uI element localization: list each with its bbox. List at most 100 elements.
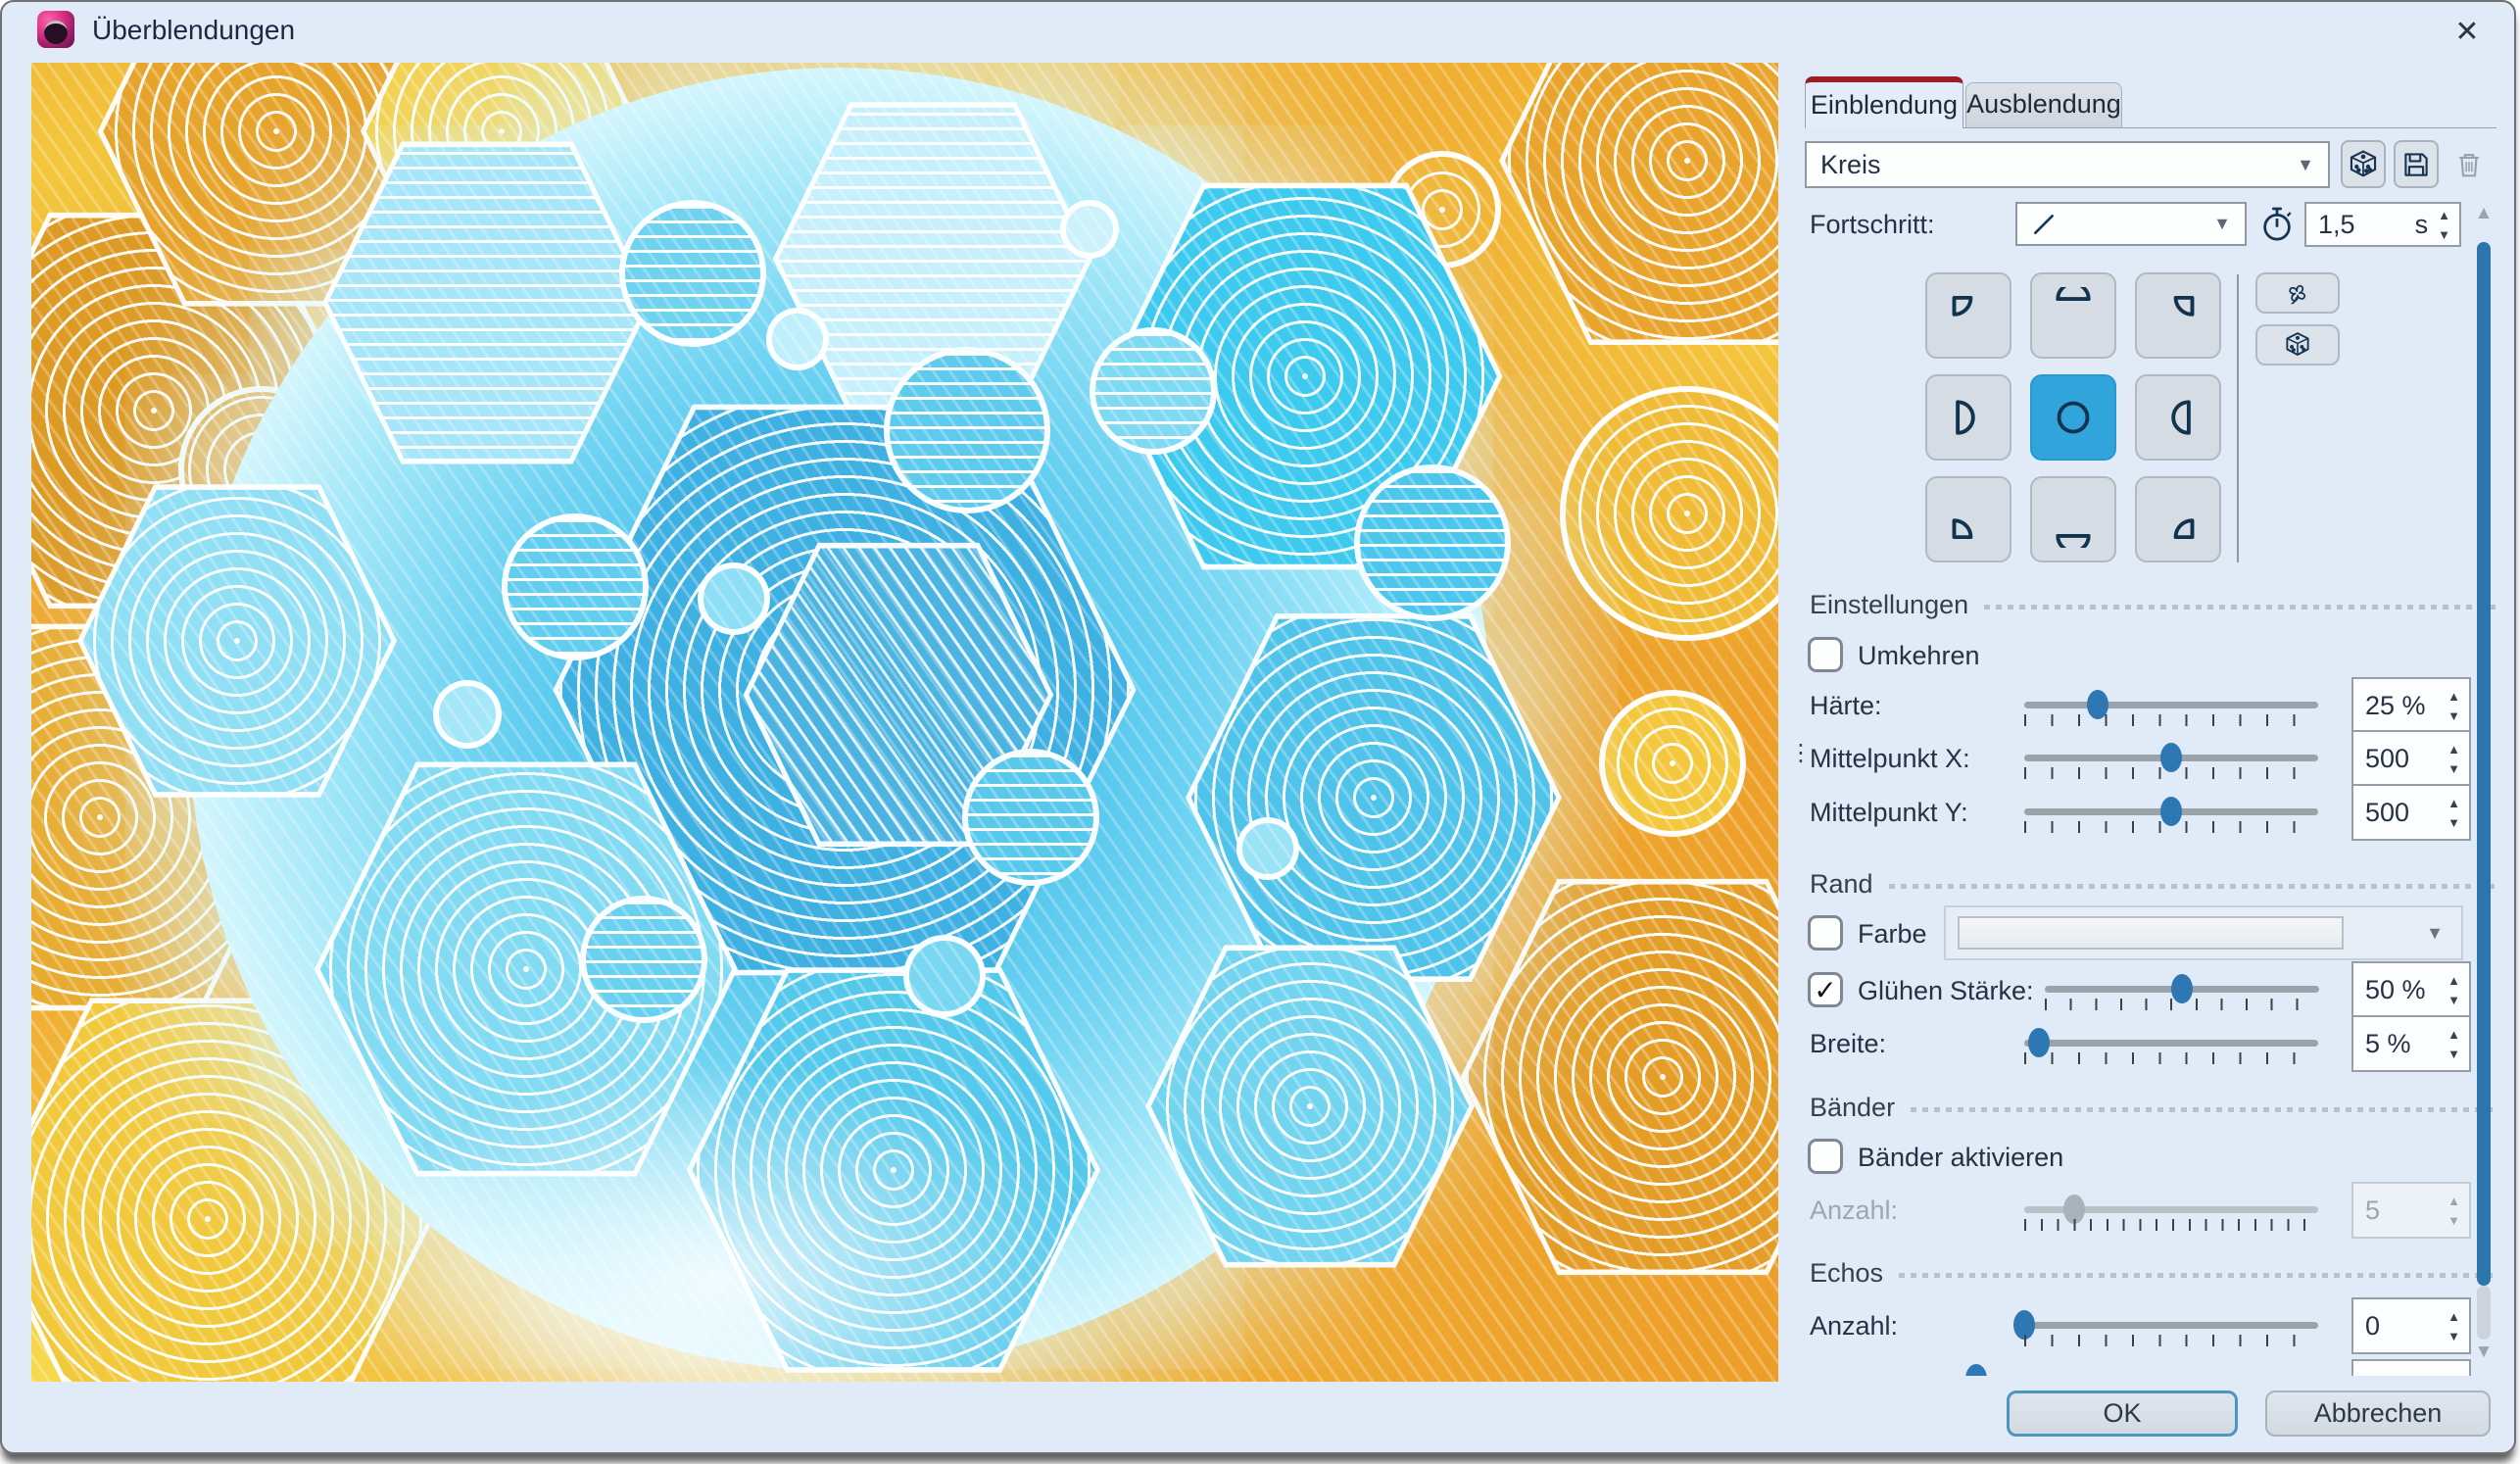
echos-anzahl-slider[interactable] [2024,1322,2318,1329]
slider-ticks [2024,1335,2320,1346]
clipped-row [1952,1359,2473,1376]
tab-einblendung[interactable]: Einblendung [1805,76,1963,128]
spin-down-icon[interactable]: ▼ [2447,1330,2460,1342]
scrollbar-thumb[interactable] [2477,242,2491,1286]
spin-up-icon[interactable]: ▲ [2438,209,2450,221]
ueberblendungen-dialog: Überblendungen ✕ [0,0,2516,1454]
spin-down-icon[interactable]: ▼ [2447,1048,2460,1060]
cancel-button[interactable]: Abbrechen [2265,1391,2491,1437]
mittelpunkt-y-spinner[interactable]: 500 ▲ ▼ [2351,784,2471,841]
mittelpunkt-y-value: 500 [2353,798,2447,828]
direction-bottom-left-button[interactable] [1925,476,2011,562]
baender-anzahl-slider [2024,1206,2318,1213]
mittelpunkt-x-spinner[interactable]: 500 ▲▼ [2351,730,2471,787]
section-einstellungen: Einstellungen [1810,590,2496,620]
haerte-slider[interactable] [2024,702,2318,708]
scroll-down-icon[interactable]: ▼ [2471,1342,2496,1363]
random-settings-button[interactable] [2255,324,2340,366]
direction-top-button[interactable] [2030,272,2116,359]
direction-left-button[interactable] [1925,374,2011,461]
baender-anzahl-label: Anzahl: [1810,1196,1898,1226]
tab-ausblendung-label: Ausblendung [1966,89,2121,120]
panel-scrollbar[interactable]: ▲ ▼ [2471,203,2496,1371]
grid-separator [2237,274,2239,562]
spin-down-icon[interactable]: ▼ [2447,709,2460,722]
direction-right-button[interactable] [2135,374,2221,461]
spin-down-icon[interactable]: ▼ [2447,994,2460,1006]
title-bar: Überblendungen ✕ [2,2,2514,59]
ok-button[interactable]: OK [2007,1391,2238,1437]
dice-icon [2347,148,2380,181]
staerke-value: 50 % [2353,975,2447,1005]
slider-ticks [2024,821,2320,833]
save-icon [2399,148,2433,181]
echos-anzahl-label: Anzahl: [1810,1311,1898,1342]
clipped-spinner [2351,1359,2471,1376]
section-divider [1911,1107,2496,1112]
chevron-down-icon: ▼ [2297,155,2328,175]
spin-up-icon[interactable]: ▲ [2447,974,2460,987]
staerke-spinner[interactable]: 50 % ▲ ▼ [2351,961,2471,1018]
spin-up-icon[interactable]: ▲ [2447,743,2460,756]
random-preset-button[interactable] [2341,140,2386,188]
farbe-checkbox[interactable] [1808,915,1843,951]
gluehen-label: Glühen [1858,976,1943,1006]
slider-ticks [2045,999,2321,1010]
slider-ticks [2024,714,2320,726]
slider-ticks [2024,1052,2320,1064]
slider-ticks [2024,767,2320,779]
spin-up-icon[interactable]: ▲ [2447,1028,2460,1041]
delete-preset-button[interactable] [2447,140,2492,188]
staerke-slider[interactable] [2045,986,2319,993]
save-preset-button[interactable] [2394,140,2439,188]
lucky-clover-button[interactable] [2255,272,2340,314]
direction-bottom-button[interactable] [2030,476,2116,562]
farbe-label: Farbe [1858,919,1927,950]
direction-bottom-right-button[interactable] [2135,476,2221,562]
farbe-color-dropdown[interactable]: ▼ [1944,905,2463,960]
spin-up-icon[interactable]: ▲ [2447,1310,2460,1323]
spin-up-icon[interactable]: ▲ [2447,690,2460,703]
check-icon: ✓ [1814,974,1836,1006]
haerte-spinner[interactable]: 25 % ▲▼ [2351,677,2471,734]
direction-top-left-button[interactable] [1925,272,2011,359]
progress-curve-icon [2017,212,2213,237]
breite-slider[interactable] [2024,1040,2318,1047]
baender-aktivieren-label: Bänder aktivieren [1858,1143,2063,1173]
breite-spinner[interactable]: 5 % ▲ ▼ [2351,1015,2471,1072]
duration-spinner[interactable]: 1,5 s ▲▼ [2304,202,2461,247]
umkehren-checkbox[interactable] [1808,637,1843,672]
baender-anzahl-spinner: 5 ▲▼ [2351,1182,2471,1239]
scrollbar-track[interactable] [2477,1286,2491,1340]
clipped-slider-thumb [1965,1364,1987,1376]
window-title: Überblendungen [92,15,295,46]
section-echos-title: Echos [1810,1258,1883,1289]
duration-value: 1,5 [2306,210,2415,240]
direction-center-button[interactable] [2030,374,2116,461]
preview-canvas [31,63,1778,1382]
spin-down-icon[interactable]: ▼ [2438,228,2450,241]
baender-aktivieren-checkbox[interactable] [1808,1139,1843,1174]
mittelpunkt-y-slider[interactable] [2024,808,2318,815]
scroll-up-icon[interactable]: ▲ [2471,203,2496,224]
preset-value: Kreis [1807,150,2297,180]
close-icon[interactable]: ✕ [2446,12,2489,51]
spin-down-icon[interactable]: ▼ [2447,816,2460,829]
mittelpunkt-x-slider[interactable] [2024,755,2318,761]
trash-icon [2452,148,2486,181]
section-einstellungen-title: Einstellungen [1810,590,1968,620]
app-icon [37,11,74,48]
chevron-down-icon: ▼ [2213,214,2245,234]
tab-ausblendung[interactable]: Ausblendung [1965,82,2122,127]
spin-up-icon[interactable]: ▲ [2447,797,2460,809]
dice-icon [2283,330,2312,360]
spin-down-icon[interactable]: ▼ [2447,762,2460,775]
echos-anzahl-spinner[interactable]: 0 ▲ ▼ [2351,1297,2471,1354]
breite-value: 5 % [2353,1029,2447,1059]
preset-dropdown[interactable]: Kreis ▼ [1805,141,2330,188]
echos-anzahl-value: 0 [2353,1311,2447,1342]
direction-top-right-button[interactable] [2135,272,2221,359]
spin-down-icon: ▼ [2447,1214,2460,1227]
gluehen-checkbox[interactable]: ✓ [1808,972,1843,1007]
progress-curve-dropdown[interactable]: ▼ [2015,202,2247,246]
